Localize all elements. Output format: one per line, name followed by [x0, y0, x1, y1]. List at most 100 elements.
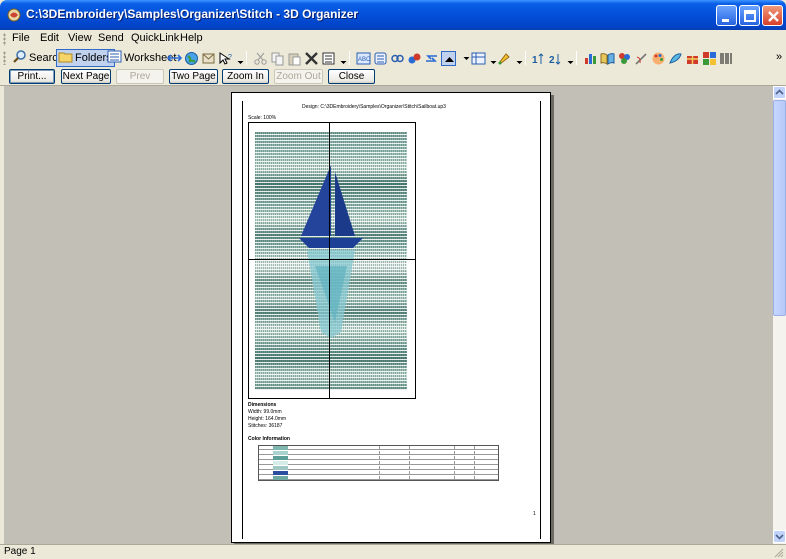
- folders-button[interactable]: Folders: [56, 49, 115, 67]
- resize-grip-icon[interactable]: [773, 547, 784, 558]
- thumbnail-view-icon[interactable]: [471, 51, 486, 66]
- barcode-icon[interactable]: [719, 51, 734, 66]
- toolbar-grip[interactable]: [3, 51, 6, 65]
- menu-grip[interactable]: [3, 33, 6, 46]
- dropdown-arrow-icon[interactable]: [336, 51, 347, 66]
- center-line-vertical: [329, 122, 330, 399]
- sort-ascending-icon[interactable]: 1: [531, 51, 546, 66]
- search-icon: [12, 49, 27, 67]
- center-line-horizontal: [248, 259, 416, 260]
- pattern-icon[interactable]: [702, 51, 717, 66]
- print-button[interactable]: Print...: [9, 69, 55, 84]
- paint-icon[interactable]: [497, 51, 512, 66]
- help-cursor-icon[interactable]: ?: [218, 51, 233, 66]
- window-title: C:\3DEmbroidery\Samples\Organizer\Stitch…: [26, 7, 359, 21]
- dropdown-arrow-icon[interactable]: [486, 51, 497, 66]
- table-row: [259, 461, 498, 465]
- minimize-button[interactable]: [716, 5, 737, 26]
- needle-icon[interactable]: [634, 51, 649, 66]
- color-table: [258, 445, 499, 481]
- paste-icon[interactable]: [287, 51, 302, 66]
- zoom-out-button[interactable]: Zoom Out: [274, 69, 323, 84]
- preview-page: Design: C:\3DEmbroidery\Samples\Organize…: [231, 92, 551, 543]
- toolbar-separator: [349, 51, 350, 65]
- chevron-down-icon: [775, 534, 784, 540]
- svg-text:?: ?: [228, 54, 232, 61]
- sync-arrows-icon[interactable]: [167, 51, 182, 66]
- link-icon[interactable]: [390, 51, 405, 66]
- two-page-button[interactable]: Two Page: [169, 69, 218, 84]
- scroll-thumb[interactable]: [773, 100, 786, 316]
- gift-icon[interactable]: [685, 51, 700, 66]
- toolbar-overflow-button[interactable]: »: [776, 48, 782, 66]
- print-preview-area[interactable]: Design: C:\3DEmbroidery\Samples\Organize…: [4, 86, 773, 544]
- thread-swatch: [273, 456, 288, 460]
- table-row: [259, 476, 498, 480]
- menu-help[interactable]: Help: [180, 32, 203, 44]
- menu-send[interactable]: Send: [98, 32, 124, 44]
- view-up-icon[interactable]: [441, 51, 456, 66]
- svg-text:ABC: ABC: [358, 57, 371, 63]
- toolbar-separator: [525, 51, 526, 65]
- text-view-icon[interactable]: ABC: [356, 51, 371, 66]
- table-row: [259, 451, 498, 455]
- color-info-heading: Color Information: [248, 436, 290, 442]
- height-value: Height: 164.0mm: [248, 416, 287, 422]
- menu-bar: File Edit View Send QuickLink Help: [0, 30, 786, 48]
- prev-page-button[interactable]: Prev Page: [116, 69, 164, 95]
- dropdown-arrow-icon[interactable]: [233, 51, 244, 66]
- thread-swatch: [273, 461, 288, 465]
- dropdown-arrow-icon[interactable]: [512, 51, 523, 66]
- sailboat-design: [299, 165, 363, 338]
- app-icon[interactable]: [6, 7, 22, 23]
- cut-icon[interactable]: [253, 51, 268, 66]
- design-path: Design: C:\3DEmbroidery\Samples\Organize…: [302, 104, 446, 110]
- close-preview-button[interactable]: Close: [328, 69, 375, 84]
- palette-icon[interactable]: [651, 51, 666, 66]
- chevron-up-icon: [775, 89, 784, 95]
- delete-icon[interactable]: [304, 51, 319, 66]
- folder-icon: [58, 49, 73, 67]
- scale-label: Scale: 100%: [248, 115, 277, 121]
- book-icon[interactable]: [600, 51, 615, 66]
- color-thread-icon[interactable]: [617, 51, 632, 66]
- menu-edit[interactable]: Edit: [40, 32, 59, 44]
- next-page-button[interactable]: Next Page: [61, 69, 111, 84]
- toolbar: Search Folders Worksheet ? ABC 1 2 »: [0, 48, 786, 68]
- convert-icon[interactable]: [407, 51, 422, 66]
- svg-text:1: 1: [532, 55, 538, 66]
- stitch-chart-icon[interactable]: [583, 51, 598, 66]
- scroll-up-button[interactable]: [773, 86, 786, 99]
- maximize-button[interactable]: [739, 5, 760, 26]
- globe-icon[interactable]: [184, 51, 199, 66]
- vertical-scrollbar[interactable]: [773, 86, 786, 544]
- thread-swatch: [273, 451, 288, 455]
- toolbar-separator: [576, 51, 577, 65]
- menu-file[interactable]: File: [12, 32, 30, 44]
- svg-text:2: 2: [549, 55, 555, 66]
- page-number: 1: [533, 511, 536, 517]
- properties-icon[interactable]: [321, 51, 336, 66]
- thread-swatch: [273, 446, 288, 450]
- send-icon[interactable]: [201, 51, 216, 66]
- menu-quicklink[interactable]: QuickLink: [131, 32, 179, 44]
- title-bar[interactable]: C:\3DEmbroidery\Samples\Organizer\Stitch…: [0, 0, 786, 30]
- stitches-value: Stitches: 36187: [248, 423, 283, 429]
- table-row: [259, 446, 498, 450]
- sort-descending-icon[interactable]: 2: [548, 51, 563, 66]
- chevron-right-icon: »: [776, 51, 783, 63]
- copy-icon[interactable]: [270, 51, 285, 66]
- table-row: [259, 466, 498, 470]
- scroll-down-button[interactable]: [773, 530, 786, 543]
- dropdown-arrow-icon[interactable]: [459, 51, 470, 66]
- transfer-icon[interactable]: [424, 51, 439, 66]
- table-row: [259, 471, 498, 475]
- close-window-button[interactable]: [762, 5, 783, 26]
- dropdown-arrow-icon[interactable]: [563, 51, 574, 66]
- worksheet-button[interactable]: Worksheet: [107, 49, 176, 67]
- hoop-icon[interactable]: [373, 51, 388, 66]
- design-icon[interactable]: [668, 51, 683, 66]
- menu-view[interactable]: View: [68, 32, 92, 44]
- dimensions-heading: Dimensions: [248, 402, 277, 408]
- zoom-in-button[interactable]: Zoom In: [222, 69, 269, 84]
